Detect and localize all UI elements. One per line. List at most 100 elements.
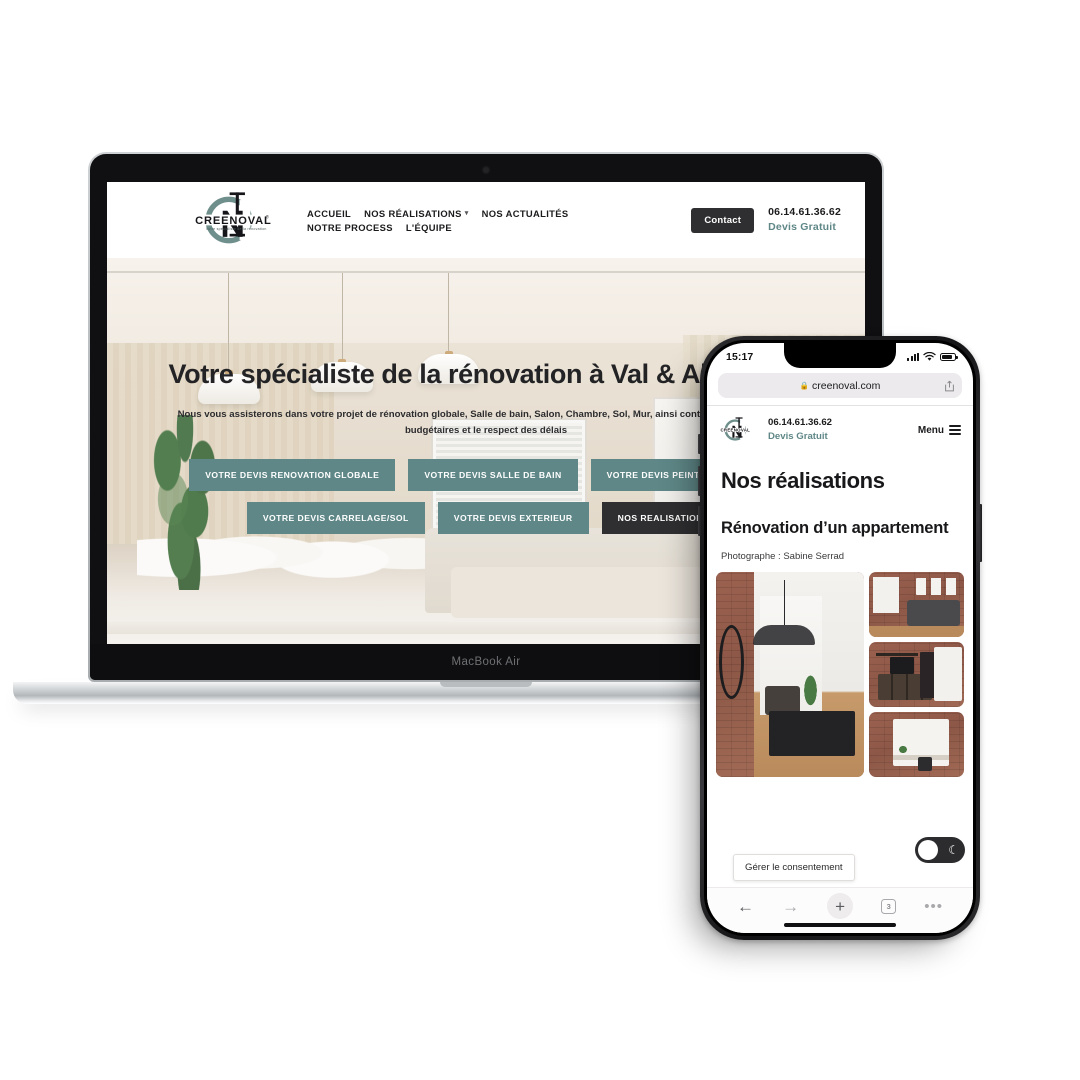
share-icon[interactable] — [945, 380, 954, 391]
webcam-icon — [483, 167, 489, 173]
nav-item-accueil[interactable]: ACCUEIL — [307, 208, 351, 219]
gallery-item-tv-unit[interactable] — [868, 641, 964, 707]
white-desk — [933, 646, 963, 702]
silent-switch[interactable] — [698, 434, 701, 454]
power-button[interactable] — [979, 504, 982, 562]
mobile-contact-block: 06.14.61.36.62 Devis Gratuit — [768, 416, 832, 444]
url-text: creenoval.com — [812, 379, 881, 392]
toggle-knob — [918, 840, 938, 860]
hamburger-icon — [949, 425, 961, 435]
gallery-item-kitchen[interactable] — [868, 711, 964, 777]
home-indicator — [784, 923, 896, 927]
round-mirror — [718, 624, 745, 699]
mobile-site-header: CREENOVAL 06.14.61.36.62 Devis Gratuit M… — [707, 406, 973, 454]
battery-icon — [940, 352, 958, 361]
cellular-signal-icon — [907, 352, 919, 361]
tv-screen — [889, 657, 915, 675]
lock-icon: 🔒 — [799, 381, 810, 390]
new-tab-button[interactable]: + — [827, 893, 854, 919]
creenoval-logo[interactable]: CREENOVAL ® Votre spécialiste de la réno… — [189, 189, 281, 251]
status-bar: 15:17 — [707, 343, 973, 370]
mobile-menu-button[interactable]: Menu — [918, 425, 961, 436]
iphone-mockup: 15:17 🔒 creenoval.com CREENOVAL 06.14.61… — [698, 336, 982, 940]
cookie-consent-button[interactable]: Gérer le consentement — [733, 854, 855, 881]
phone-screen: 15:17 🔒 creenoval.com CREENOVAL 06.14.61… — [707, 343, 973, 933]
main-nav[interactable]: ACCUEIL NOS RÉALISATIONS ▾ NOS ACTUALITÉ… — [307, 208, 597, 233]
nav-item-notre-process[interactable]: NOTRE PROCESS — [307, 222, 393, 233]
gallery-column-right — [868, 571, 964, 777]
back-arrow-icon: ← — [737, 896, 755, 916]
nav-item-lequipe[interactable]: L'ÉQUIPE — [406, 222, 452, 233]
nav-label: NOS RÉALISATIONS — [364, 207, 462, 219]
webcam-bar — [90, 154, 882, 182]
address-field[interactable]: 🔒 creenoval.com — [718, 373, 962, 398]
tab-count-badge: 3 — [881, 898, 897, 914]
photo-credit: Photographe : Sabine Serrad — [721, 550, 845, 562]
wood-floor — [868, 626, 964, 637]
gallery-item-hallway[interactable] — [716, 571, 864, 777]
creenoval-logo-mobile[interactable]: CREENOVAL — [717, 415, 759, 445]
menu-label: Menu — [917, 424, 944, 436]
site-header: CREENOVAL ® Votre spécialiste de la réno… — [107, 182, 865, 258]
dark-mode-toggle[interactable]: ☾ — [915, 837, 965, 863]
nav-label: NOTRE PROCESS — [307, 221, 393, 233]
browser-url-bar[interactable]: 🔒 creenoval.com — [707, 370, 973, 405]
living-room-photo — [868, 572, 964, 637]
phone-number-mobile[interactable]: 06.14.61.36.62 — [768, 416, 832, 430]
more-button[interactable]: ••• — [924, 899, 943, 914]
nav-item-nos-realisations[interactable]: NOS RÉALISATIONS ▾ — [364, 208, 469, 219]
forward-arrow-icon: → — [782, 896, 800, 916]
lamp-wire — [783, 579, 786, 625]
cta-devis-exterieur[interactable]: VOTRE DEVIS EXTERIEUR — [437, 501, 589, 534]
cta-devis-salle-de-bain[interactable]: VOTRE DEVIS SALLE DE BAIN — [408, 458, 578, 491]
console-table — [769, 711, 855, 757]
plant-small — [897, 744, 909, 755]
project-title: Rénovation d’un appartement — [721, 519, 949, 537]
svg-text:CREENOVAL: CREENOVAL — [195, 215, 272, 227]
free-quote-link[interactable]: Devis Gratuit — [768, 220, 841, 235]
stool — [918, 757, 932, 772]
pendant-lamp-icon — [752, 624, 815, 645]
plant — [800, 674, 821, 716]
tv-unit-photo — [869, 642, 964, 707]
chevron-down-icon: ▾ — [464, 210, 469, 217]
svg-text:CREENOVAL: CREENOVAL — [721, 427, 751, 432]
nav-label: ACCUEIL — [307, 207, 352, 219]
cta-devis-renovation-globale[interactable]: VOTRE DEVIS RENOVATION GLOBALE — [189, 458, 396, 491]
phone-number[interactable]: 06.14.61.36.62 — [768, 205, 841, 220]
project-gallery — [707, 571, 973, 777]
wall-shelf — [876, 653, 919, 656]
plus-icon: + — [835, 896, 846, 916]
header-actions: Contact 06.14.61.36.62 Devis Gratuit — [691, 205, 841, 235]
wifi-icon — [923, 351, 936, 361]
forward-button[interactable]: → — [782, 898, 799, 915]
window — [872, 576, 900, 614]
gallery-item-living-room[interactable] — [868, 571, 964, 637]
kitchen-photo — [869, 712, 964, 777]
volume-up-button[interactable] — [698, 466, 701, 496]
phone-website-viewport: CREENOVAL 06.14.61.36.62 Devis Gratuit M… — [707, 406, 973, 887]
tabs-button[interactable]: 3 — [881, 898, 897, 914]
status-time: 15:17 — [726, 350, 754, 363]
contact-button[interactable]: Contact — [691, 207, 755, 233]
hallway-photo — [716, 571, 864, 777]
nav-item-nos-actualites[interactable]: NOS ACTUALITÉS — [482, 208, 569, 219]
page-title: Nos réalisations — [721, 468, 885, 493]
laptop-model-label: MacBook Air — [451, 656, 521, 668]
cta-devis-carrelage-sol[interactable]: VOTRE DEVIS CARRELAGE/SOL — [246, 501, 425, 534]
phone-frame: 15:17 🔒 creenoval.com CREENOVAL 06.14.61… — [698, 336, 982, 940]
phone-bezel: 15:17 🔒 creenoval.com CREENOVAL 06.14.61… — [704, 340, 976, 936]
back-button[interactable]: ← — [737, 898, 754, 915]
svg-text:®: ® — [266, 213, 270, 219]
volume-down-button[interactable] — [698, 506, 701, 536]
wall-frames — [916, 578, 959, 596]
svg-text:Votre spécialiste de la rénova: Votre spécialiste de la rénovation — [206, 227, 267, 231]
status-indicators — [907, 351, 958, 362]
nav-label: L'ÉQUIPE — [405, 221, 452, 233]
screenshot-canvas: CREENOVAL ® Votre spécialiste de la réno… — [0, 0, 1080, 1080]
header-contact-block: 06.14.61.36.62 Devis Gratuit — [768, 205, 841, 235]
free-quote-link-mobile[interactable]: Devis Gratuit — [768, 430, 832, 444]
moon-icon: ☾ — [948, 843, 959, 857]
nav-label: NOS ACTUALITÉS — [481, 207, 569, 219]
more-dots-icon: ••• — [924, 897, 943, 915]
